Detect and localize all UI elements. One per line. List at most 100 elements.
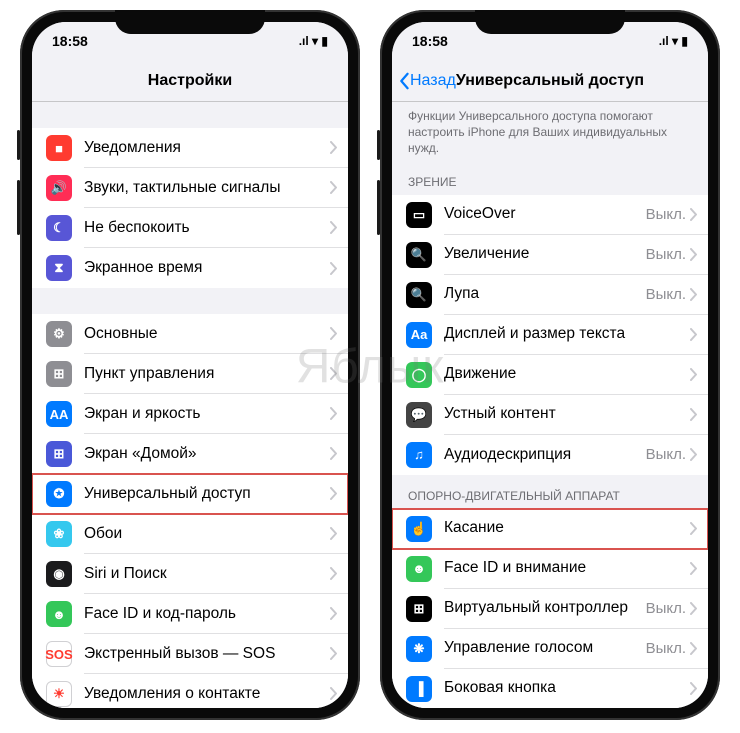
row-value: Выкл. [646,600,686,617]
status-time: 18:58 [412,33,448,49]
settings-row-voice-control[interactable]: ❋Управление голосомВыкл. [392,629,708,669]
chevron-right-icon [330,487,338,500]
settings-row-exposure-notifications[interactable]: ☀Уведомления о контакте [32,674,348,708]
chevron-right-icon [690,682,698,695]
settings-list: ⚙ Основные ⊞ Пункт управления AA Экран и ярко… [32,314,348,708]
settings-row-notifications[interactable]: ■Уведомления [32,128,348,168]
switch-control-icon: ⊞ [406,596,432,622]
row-value: Выкл. [646,206,686,223]
settings-row-sounds[interactable]: 🔊 Звуки, тактильные сигналы [32,168,348,208]
magnifier-icon: 🔍 [406,282,432,308]
voice-control-icon: ❋ [406,636,432,662]
row-label: Экран «Домой» [84,445,330,463]
row-label: Уведомления [84,139,330,157]
row-label: Звуки, тактильные сигналы [84,179,330,197]
back-label: Назад [410,72,456,90]
settings-row-accessibility[interactable]: ✪Универсальный доступ [32,474,348,514]
faceid-passcode-icon: ☻ [46,601,72,627]
settings-row-siri-search[interactable]: ◉ Siri и Поиск [32,554,348,594]
chevron-right-icon [690,208,698,221]
settings-list: ☝ Касание ☻ Face ID и внимание ⊞Виртуальный … [392,509,708,708]
settings-list: ▭VoiceOverВыкл.🔍УвеличениеВыкл.🔍ЛупаВыкл… [392,195,708,475]
do-not-disturb-icon: ☾ [46,215,72,241]
chevron-right-icon [690,288,698,301]
touch-icon: ☝ [406,516,432,542]
row-label: Face ID и код-пароль [84,605,330,623]
settings-row-audio-descriptions[interactable]: ♫АудиодескрипцияВыкл. [392,435,708,475]
section-header: ОПОРНО-ДВИГАТЕЛЬНЫЙ АППАРАТ [392,475,708,509]
settings-row-faceid-attention[interactable]: ☻ Face ID и внимание [392,549,708,589]
chevron-left-icon [398,72,410,90]
voiceover-icon: ▭ [406,202,432,228]
row-label: Касание [444,519,690,537]
row-label: Дисплей и размер текста [444,325,690,343]
notch [475,10,625,34]
screen-time-icon: ⧗ [46,255,72,281]
chevron-right-icon [330,221,338,234]
phone-right: 18:58 .ıl ▾ ▮ Назад Универсальный доступ… [380,10,720,720]
settings-row-emergency-sos[interactable]: SOS Экстренный вызов — SOS [32,634,348,674]
settings-row-spoken-content[interactable]: 💬Устный контент [392,395,708,435]
settings-row-switch-control[interactable]: ⊞Виртуальный контроллерВыкл. [392,589,708,629]
settings-row-display-text-size[interactable]: AaДисплей и размер текста [392,315,708,355]
sounds-icon: 🔊 [46,175,72,201]
chevron-right-icon [330,447,338,460]
chevron-right-icon [330,327,338,340]
row-label: Экстренный вызов — SOS [84,645,330,663]
display-brightness-icon: AA [46,401,72,427]
chevron-right-icon [690,248,698,261]
chevron-right-icon [330,141,338,154]
row-label: Не беспокоить [84,219,330,237]
general-icon: ⚙ [46,321,72,347]
row-value: Выкл. [646,446,686,463]
settings-row-home-screen[interactable]: ⊞ Экран «Домой» [32,434,348,474]
settings-row-faceid-passcode[interactable]: ☻ Face ID и код-пароль [32,594,348,634]
settings-row-zoom[interactable]: 🔍УвеличениеВыкл. [392,235,708,275]
chevron-right-icon [330,567,338,580]
settings-row-magnifier[interactable]: 🔍 ЛупаВыкл. [392,275,708,315]
chevron-right-icon [330,647,338,660]
back-button[interactable]: Назад [398,72,456,90]
notch [115,10,265,34]
motion-icon: ◯ [406,362,432,388]
wallpaper-icon: ❀ [46,521,72,547]
row-value: Выкл. [646,286,686,303]
faceid-attention-icon: ☻ [406,556,432,582]
row-label: Основные [84,325,330,343]
home-screen-icon: ⊞ [46,441,72,467]
spoken-content-icon: 💬 [406,402,432,428]
row-label: Движение [444,365,690,383]
emergency-sos-icon: SOS [46,641,72,667]
accessibility-icon: ✪ [46,481,72,507]
zoom-icon: 🔍 [406,242,432,268]
row-label: Экран и яркость [84,405,330,423]
settings-row-general[interactable]: ⚙ Основные [32,314,348,354]
page-title: Настройки [148,72,232,90]
settings-row-control-center[interactable]: ⊞ Пункт управления [32,354,348,394]
settings-row-voiceover[interactable]: ▭VoiceOverВыкл. [392,195,708,235]
settings-row-side-button[interactable]: ▐Боковая кнопка [392,669,708,708]
settings-row-motion[interactable]: ◯ Движение [392,355,708,395]
exposure-notifications-icon: ☀ [46,681,72,707]
status-time: 18:58 [52,33,88,49]
nav-bar: Назад Универсальный доступ [392,60,708,102]
chevron-right-icon [330,527,338,540]
settings-row-touch[interactable]: ☝ Касание [392,509,708,549]
chevron-right-icon [690,522,698,535]
page-description: Функции Универсального доступа помогают … [392,102,708,161]
settings-row-wallpaper[interactable]: ❀Обои [32,514,348,554]
row-label: Экранное время [84,259,330,277]
row-label: Лупа [444,285,646,303]
chevron-right-icon [330,407,338,420]
row-label: Увеличение [444,245,646,263]
row-label: Пункт управления [84,365,330,383]
row-label: Face ID и внимание [444,559,690,577]
settings-row-display-brightness[interactable]: AA Экран и яркость [32,394,348,434]
row-label: Siri и Поиск [84,565,330,583]
settings-row-screen-time[interactable]: ⧗ Экранное время [32,248,348,288]
control-center-icon: ⊞ [46,361,72,387]
siri-search-icon: ◉ [46,561,72,587]
chevron-right-icon [330,607,338,620]
settings-row-do-not-disturb[interactable]: ☾ Не беспокоить [32,208,348,248]
phone-left: 18:58 .ıl ▾ ▮ Настройки ■Уведомления🔊Зву… [20,10,360,720]
